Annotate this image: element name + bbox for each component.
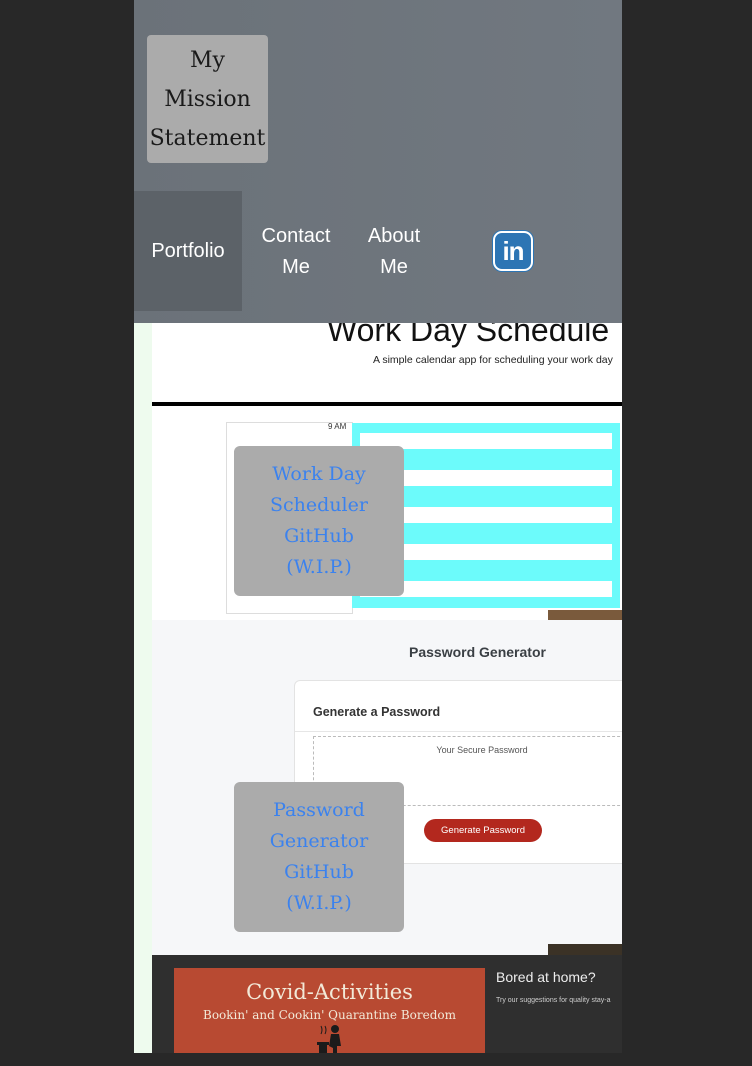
covid-preview-heading: Bored at home? (496, 969, 596, 985)
password-preview-title: Password Generator (409, 644, 546, 660)
linkedin-icon[interactable]: in (493, 231, 533, 271)
scheduler-preview-subtitle: A simple calendar app for scheduling you… (373, 354, 613, 366)
work-day-scheduler-github-link[interactable]: Work Day Scheduler GitHub (W.I.P.) (234, 446, 404, 596)
covid-preview-subtitle: Bookin' and Cookin' Quarantine Boredom (203, 1008, 456, 1022)
covid-preview-title: Covid-Activities (246, 980, 413, 1004)
password-preview-heading: Generate a Password (313, 705, 441, 719)
nav-item-about[interactable]: About Me (344, 221, 444, 283)
preview-edge-strip (548, 610, 622, 620)
scheduler-preview-divider (152, 402, 622, 406)
cooking-figure-icon (317, 1025, 341, 1053)
covid-preview-text: Try our suggestions for quality stay-a (496, 997, 611, 1004)
nav-item-contact[interactable]: Contact Me (246, 221, 346, 283)
project-card-work-day-scheduler: Work Day Schedule A simple calendar app … (152, 298, 622, 620)
preview-edge-strip (548, 944, 622, 955)
portfolio-page: My Mission Statement Portfolio Contact M… (134, 0, 622, 1053)
project-card-covid-activities: Covid-Activities Bookin' and Cookin' Qua… (152, 955, 622, 1053)
password-generator-github-link[interactable]: Password Generator GitHub (W.I.P.) (234, 782, 404, 932)
project-card-password-generator: Password Generator Generate a Password Y… (152, 620, 622, 955)
scheduler-preview-time: 9 AM (328, 422, 347, 431)
covid-preview-banner: Covid-Activities Bookin' and Cookin' Qua… (174, 968, 485, 1053)
site-header: My Mission Statement Portfolio Contact M… (134, 0, 622, 323)
mission-statement-link[interactable]: My Mission Statement (147, 35, 268, 163)
linkedin-icon-text: in (502, 235, 524, 266)
password-preview-placeholder: Your Secure Password (436, 745, 528, 755)
password-preview-generate-button: Generate Password (424, 819, 542, 842)
password-preview-divider (295, 731, 622, 732)
nav-item-portfolio[interactable]: Portfolio (134, 191, 242, 311)
